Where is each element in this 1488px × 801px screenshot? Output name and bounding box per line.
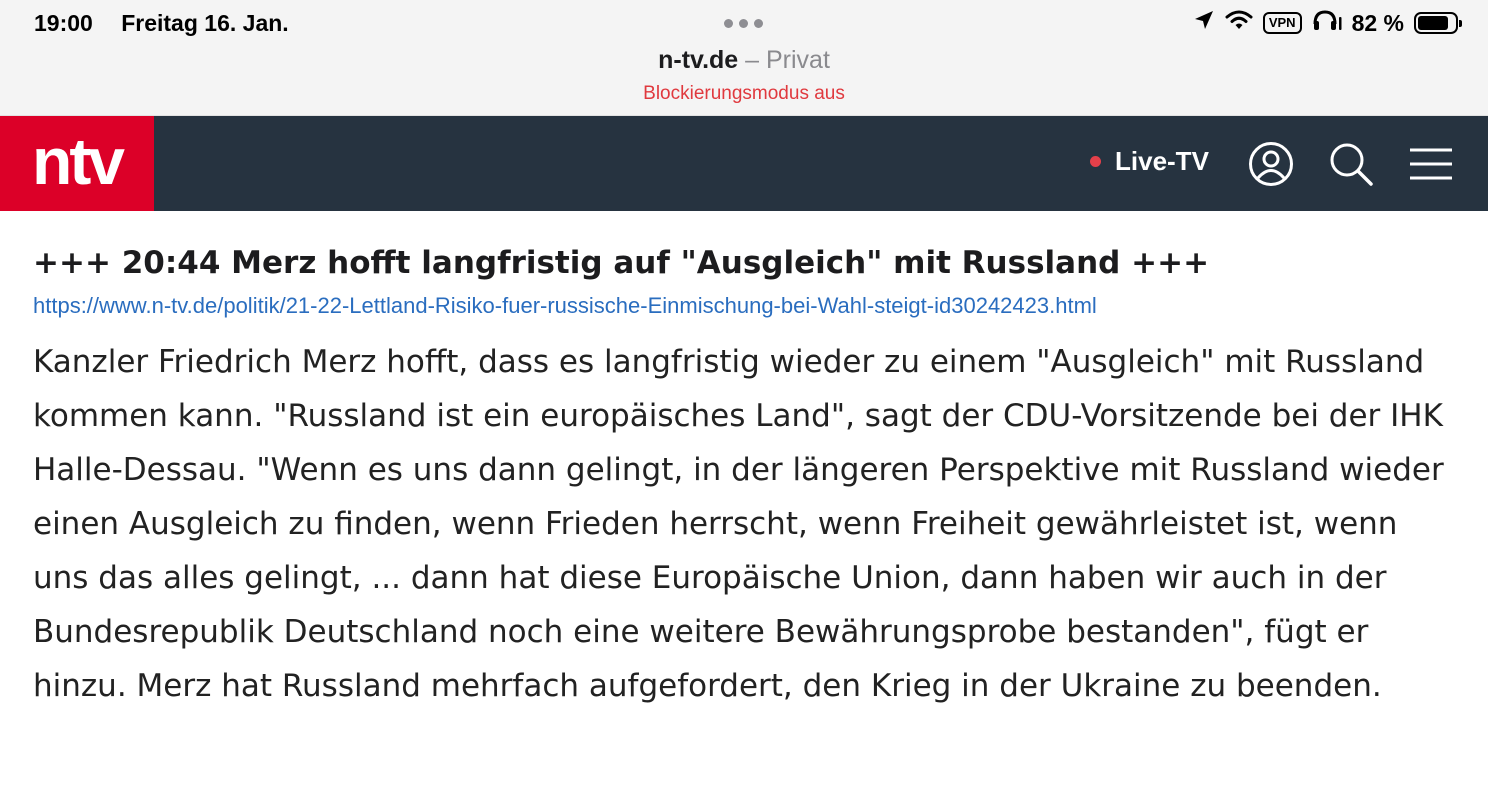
battery-icon bbox=[1414, 12, 1462, 34]
article-body: Kanzler Friedrich Merz hofft, dass es la… bbox=[33, 344, 1444, 704]
site-header: ntv Live-TV bbox=[0, 116, 1488, 211]
live-tv-link[interactable]: Live-TV bbox=[1090, 146, 1209, 177]
wifi-icon bbox=[1225, 9, 1253, 37]
search-icon[interactable] bbox=[1328, 116, 1374, 211]
status-bar-left: 19:00 Freitag 16. Jan. bbox=[34, 10, 289, 37]
multitasking-dots-icon[interactable] bbox=[724, 19, 763, 28]
logo-text: ntv bbox=[32, 123, 125, 198]
vpn-badge: VPN bbox=[1262, 12, 1302, 34]
battery-percentage: 82 % bbox=[1351, 9, 1404, 36]
status-time: 19:00 bbox=[34, 10, 93, 36]
address-bar[interactable]: n-tv.de – Privat bbox=[0, 46, 1488, 75]
blocking-mode-status[interactable]: Blockierungsmodus aus bbox=[0, 83, 1488, 105]
private-mode-label: – Privat bbox=[738, 46, 830, 74]
ntv-logo[interactable]: ntv bbox=[0, 116, 154, 211]
status-date: Freitag 16. Jan. bbox=[121, 10, 289, 36]
live-tv-label: Live-TV bbox=[1115, 146, 1209, 176]
user-icon[interactable] bbox=[1248, 116, 1294, 211]
menu-icon[interactable] bbox=[1408, 116, 1454, 211]
headphones-icon bbox=[1312, 9, 1342, 37]
browser-chrome: 19:00 Freitag 16. Jan. VPN 82 % n-tv.de … bbox=[0, 0, 1488, 116]
location-arrow-icon bbox=[1193, 9, 1215, 37]
battery-level-fill bbox=[1418, 16, 1448, 30]
address-domain: n-tv.de bbox=[658, 46, 739, 74]
headline: +++ 20:44 Merz hofft langfristig auf "Au… bbox=[33, 245, 1210, 281]
ticker-entry: +++ 20:44 Merz hofft langfristig auf "Au… bbox=[33, 241, 1453, 713]
live-dot-icon bbox=[1090, 156, 1101, 167]
status-bar-right: VPN 82 % bbox=[1193, 9, 1462, 37]
article-link[interactable]: https://www.n-tv.de/politik/21-22-Lettla… bbox=[33, 293, 1453, 319]
